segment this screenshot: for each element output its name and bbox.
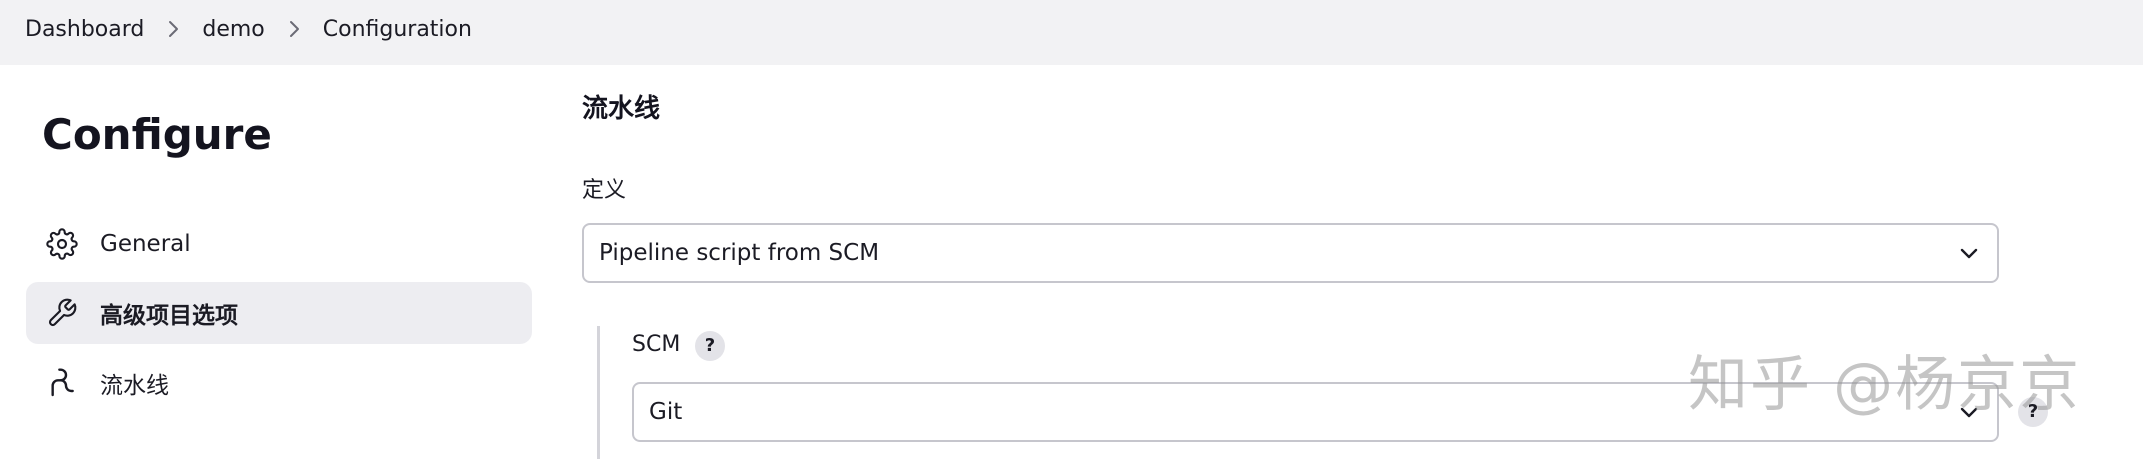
breadcrumb-demo[interactable]: demo <box>202 17 264 42</box>
chevron-down-icon <box>1959 243 1979 263</box>
top-bar: Dashboard demo Configuration <box>0 0 2143 65</box>
definition-label: 定义 <box>582 178 627 203</box>
sidebar-item-label: 流水线 <box>100 373 169 399</box>
wrench-icon <box>46 297 78 329</box>
sidebar-item-pipeline[interactable]: 流水线 <box>26 352 532 414</box>
chevron-down-icon <box>1959 402 1979 422</box>
nested-section-line <box>597 326 600 459</box>
sidebar-item-advanced-options[interactable]: 高级项目选项 <box>26 282 532 344</box>
pipeline-icon <box>46 367 78 399</box>
definition-select[interactable]: Pipeline script from SCM <box>582 223 1999 283</box>
chevron-right-icon <box>168 20 180 38</box>
sidebar-item-label: General <box>100 231 191 257</box>
section-title: 流水线 <box>582 94 661 124</box>
page-title: Configure <box>42 110 272 159</box>
breadcrumb-configuration[interactable]: Configuration <box>323 17 472 42</box>
scm-help-button[interactable]: ? <box>695 331 725 361</box>
sidebar-item-label: 高级项目选项 <box>100 303 238 329</box>
definition-select-value: Pipeline script from SCM <box>599 240 880 266</box>
scm-select-value: Git <box>649 399 683 425</box>
sidebar-item-general[interactable]: General <box>26 213 532 275</box>
gear-icon <box>46 228 78 260</box>
scm-select[interactable]: Git <box>632 382 1999 442</box>
breadcrumb: Dashboard demo Configuration <box>25 0 472 58</box>
scm-value-help-button[interactable]: ? <box>2018 397 2048 427</box>
scm-label: SCM <box>632 332 681 357</box>
breadcrumb-dashboard[interactable]: Dashboard <box>25 17 144 42</box>
chevron-right-icon <box>289 20 301 38</box>
